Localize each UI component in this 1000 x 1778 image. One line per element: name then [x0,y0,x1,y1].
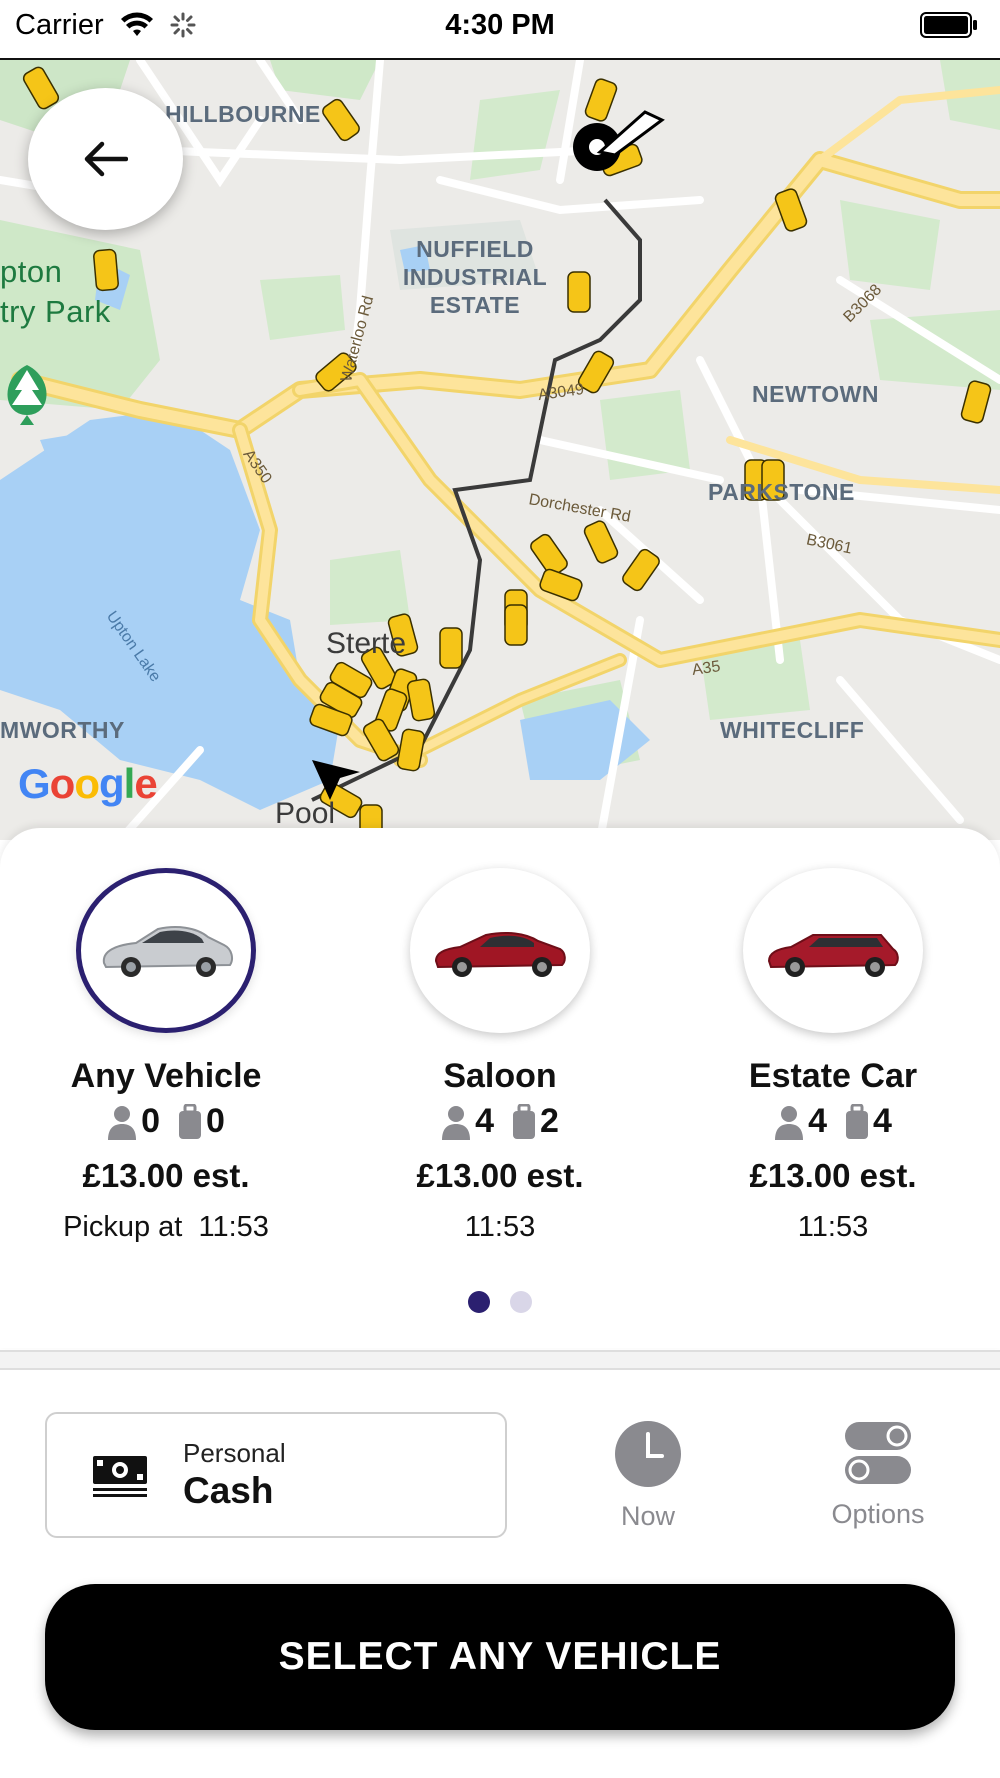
page-indicator[interactable] [0,1291,1000,1313]
luggage-count: 4 [873,1102,892,1140]
page-dot-2[interactable] [510,1291,532,1313]
vehicle-price: £13.00 est. [82,1157,250,1194]
passenger-count: 4 [808,1102,827,1140]
back-arrow-icon [84,141,128,177]
options-button[interactable]: Options [818,1420,938,1530]
vehicle-option-estate[interactable]: Estate Car 4 4 £13.00 est. 11:53 [673,868,993,1244]
map-label-parkstone: PARKSTONE [708,479,855,505]
vehicle-name: Saloon [443,1057,557,1095]
passenger-count: 0 [141,1102,160,1140]
map-label-hamworthy: MWORTHY [0,717,125,743]
vehicle-price: £13.00 est. [749,1157,917,1194]
vehicle-pickup-time: 11:53 [464,1211,536,1243]
vehicle-capacity: 4 4 [673,1102,993,1141]
map-label-park: pton try Park [0,254,111,329]
vehicle-name: Estate Car [748,1057,918,1095]
vehicle-pickup-time: 11:53 [797,1211,869,1243]
section-divider [0,1350,1000,1370]
vehicle-image-circle[interactable] [743,868,923,1033]
person-icon [442,1105,471,1140]
back-button[interactable] [28,88,183,230]
map-label-hillbourne: HILLBOURNE [165,101,321,127]
luggage-count: 2 [540,1102,559,1140]
map-label-newtown: NEWTOWN [752,381,880,407]
map-label-whitecliff: WHITECLIFF [720,717,865,743]
vehicle-name: Any Vehicle [70,1057,262,1095]
luggage-icon [846,1103,868,1139]
person-icon [775,1105,804,1140]
silver-car-icon [102,925,233,977]
google-logo: Google [18,760,158,807]
status-bar: Carrier 4:30 PM [0,0,1000,60]
toggle-options-icon [845,1422,911,1484]
passenger-count: 4 [475,1102,494,1140]
vehicle-option-saloon[interactable]: Saloon 4 2 £13.00 est. 11:53 [340,868,660,1244]
red-saloon-car-icon [434,931,566,977]
options-label: Options [831,1499,925,1529]
vehicle-image-circle[interactable] [410,868,590,1033]
vehicle-capacity: 4 2 [340,1102,660,1141]
luggage-icon [513,1103,535,1139]
cash-icon [93,1456,147,1497]
page-dot-1[interactable] [468,1291,490,1313]
red-estate-car-icon [767,933,899,977]
map-label-nuffield: NUFFIELD INDUSTRIAL ESTATE [402,236,548,318]
battery-icon [920,12,977,38]
vehicle-option-any[interactable]: Any Vehicle 0 0 £13.00 est. Pickup at 11… [6,868,326,1244]
vehicle-image-circle[interactable] [76,868,256,1033]
vehicle-price: £13.00 est. [416,1157,584,1194]
select-vehicle-button[interactable]: SELECT ANY VEHICLE [45,1584,955,1730]
pickup-time-label: Now [620,1501,675,1531]
person-icon [108,1105,137,1140]
status-time: 4:30 PM [445,9,555,41]
vehicle-selection-sheet: Any Vehicle 0 0 £13.00 est. Pickup at 11… [0,828,1000,1348]
clock-icon [615,1421,681,1487]
vehicle-capacity: 0 0 [6,1102,326,1141]
luggage-count: 0 [206,1102,225,1140]
pickup-time-button[interactable]: Now [598,1420,698,1532]
payment-method: Cash [183,1470,274,1511]
payment-type: Personal [183,1438,286,1468]
luggage-icon [179,1103,201,1139]
payment-method-selector[interactable]: Personal Cash [45,1412,507,1538]
vehicle-pickup-time: Pickup at 11:53 [63,1211,269,1243]
map-label-sterte: Sterte [326,627,407,660]
map-label-poole: Pool [275,797,336,830]
